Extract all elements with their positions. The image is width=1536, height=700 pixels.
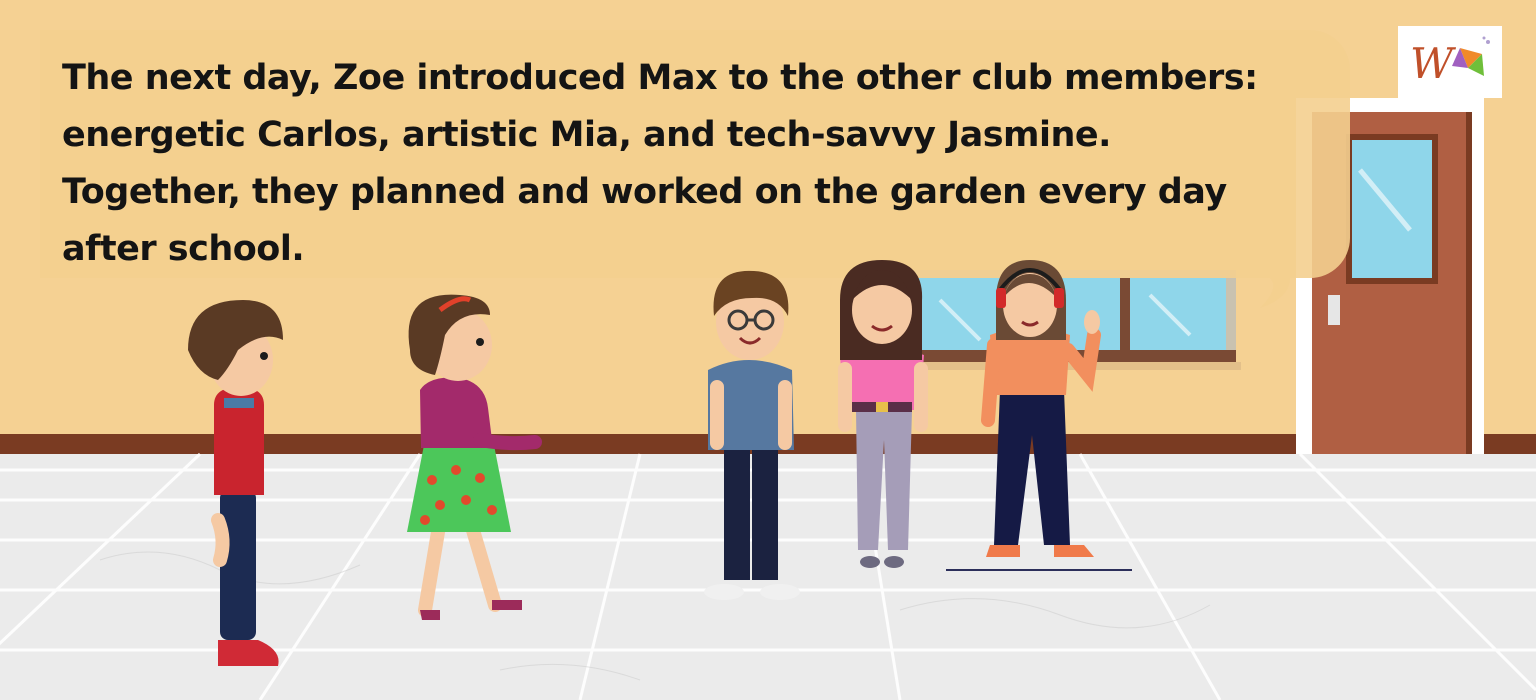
- caption-line: Together, they planned and worked on the…: [62, 172, 1227, 212]
- caption-line: after school.: [62, 229, 305, 269]
- caption-line: energetic Carlos, artistic Mia, and tech…: [62, 115, 1111, 155]
- caption-line: The next day, Zoe introduced Max to the …: [62, 58, 1258, 98]
- logo-letter: W: [1410, 39, 1457, 88]
- story-caption: The next day, Zoe introduced Max to the …: [62, 50, 1342, 278]
- brand-logo: W: [1398, 26, 1502, 98]
- logo-icon: W: [1410, 36, 1490, 88]
